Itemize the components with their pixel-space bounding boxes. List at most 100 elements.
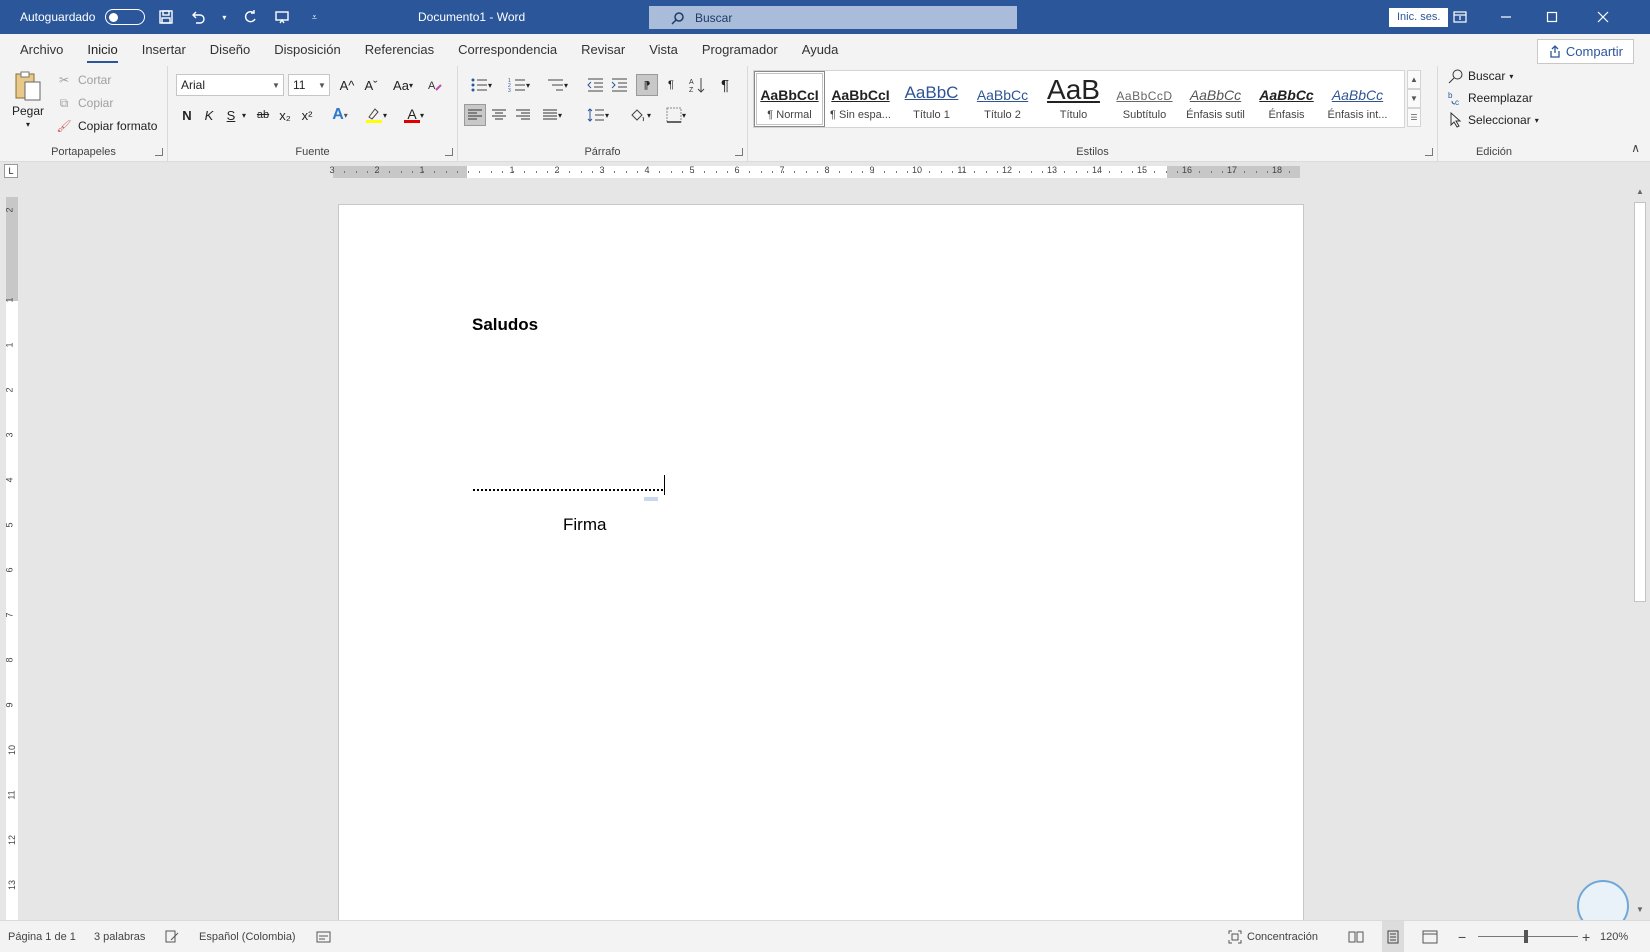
clipboard-launcher-icon[interactable] [155,148,163,156]
shading-button[interactable]: ▾ [624,104,656,126]
style-heading-2[interactable]: AaBbCc Título 2 [967,71,1038,127]
change-case-button[interactable]: Aa ▾ [388,74,418,96]
accessibility-icon[interactable] [316,921,331,952]
subscript-button[interactable]: x₂ [274,104,296,126]
search-input[interactable]: Buscar [649,6,1017,29]
font-name-combo[interactable]: Arial ▼ [176,74,284,96]
cut-button[interactable]: ✂ Cortar [54,70,111,90]
tab-correspondencia[interactable]: Correspondencia [446,34,569,66]
zoom-slider-thumb[interactable] [1524,930,1528,943]
shrink-font-button[interactable]: Aˇ [360,74,382,96]
align-center-button[interactable] [488,104,510,126]
sort-button[interactable]: AZ [686,74,708,96]
tab-ayuda[interactable]: Ayuda [790,34,851,66]
paragraph-launcher-icon[interactable] [735,148,743,156]
copy-button[interactable]: ⧉ Copiar [54,93,114,113]
zoom-slider-track[interactable] [1478,936,1578,937]
autosave-toggle[interactable] [105,9,146,25]
vertical-scrollbar[interactable]: ▲ ▼ [1630,182,1650,920]
zoom-in-button[interactable]: + [1582,921,1590,952]
horizontal-ruler[interactable]: 3 2 1 1 2 3 4 5 6 7 8 9 10 11 12 13 14 15 16 17 18 [329,165,1300,178]
format-painter-button[interactable]: 🖌 Copiar formato [54,116,157,136]
tab-revisar[interactable]: Revisar [569,34,637,66]
decrease-indent-button[interactable] [584,74,606,96]
close-icon[interactable] [1580,0,1626,34]
justify-button[interactable]: ▾ [536,104,568,126]
undo-dropdown-icon[interactable]: ▾ [219,6,229,28]
rtl-direction-button[interactable]: ¶ [660,74,682,96]
maximize-icon[interactable] [1529,0,1575,34]
find-button[interactable]: Buscar ▾ [1448,68,1513,84]
read-mode-icon[interactable] [1348,921,1364,952]
minimize-icon[interactable] [1483,0,1529,34]
proofing-icon[interactable] [165,921,180,952]
bold-button[interactable]: N [176,104,198,126]
print-layout-icon[interactable] [1382,921,1404,952]
numbering-button[interactable]: 1 2 3 ▾ [502,74,536,96]
highlight-button[interactable]: ▾ [360,104,392,126]
word-count[interactable]: 3 palabras [94,921,145,952]
scroll-down-icon[interactable]: ▼ [1634,904,1646,916]
focus-mode-button[interactable]: Concentración [1228,921,1318,952]
multilevel-list-button[interactable]: ▾ [540,74,574,96]
paste-button[interactable]: Pegar ▾ [12,70,44,129]
share-button[interactable]: Compartir [1536,39,1634,64]
vertical-ruler[interactable]: 2 1 1 2 3 4 5 6 7 8 9 10 11 12 13 [5,197,18,920]
language-status[interactable]: Español (Colombia) [199,921,296,952]
strikethrough-button[interactable]: ab [252,104,274,126]
ribbon-display-options-icon[interactable] [1437,0,1483,34]
style-no-spacing[interactable]: AaBbCcI ¶ Sin espa... [825,71,896,127]
grow-font-button[interactable]: A^ [336,74,358,96]
web-layout-icon[interactable] [1422,921,1438,952]
font-launcher-icon[interactable] [445,148,453,156]
undo-icon[interactable] [187,6,209,28]
font-color-button[interactable]: A ▾ [398,104,430,126]
italic-button[interactable]: K [198,104,220,126]
scroll-up-icon[interactable]: ▲ [1634,186,1646,198]
collapse-ribbon-icon[interactable]: ∧ [1631,141,1640,155]
document-page[interactable]: Saludos Firma [338,204,1304,920]
gallery-scroll-up-icon[interactable]: ▲ [1407,70,1421,89]
gallery-scroll-down-icon[interactable]: ▼ [1407,89,1421,108]
tab-diseno[interactable]: Diseño [198,34,262,66]
tab-vista[interactable]: Vista [637,34,690,66]
ltr-direction-button[interactable]: ⁋ [636,74,658,96]
borders-button[interactable]: ▾ [660,104,692,126]
style-emphasis[interactable]: AaBbCc Énfasis [1251,71,1322,127]
redo-icon[interactable] [239,6,261,28]
show-formatting-button[interactable]: ¶ [714,74,736,96]
present-icon[interactable] [271,6,293,28]
superscript-button[interactable]: x² [296,104,318,126]
text-effects-button[interactable]: A ▾ [324,104,356,126]
style-intense-emphasis[interactable]: AaBbCc Énfasis int... [1322,71,1393,127]
bullets-button[interactable]: ▾ [464,74,498,96]
tab-disposicion[interactable]: Disposición [262,34,352,66]
style-heading-1[interactable]: AaBbC Título 1 [896,71,967,127]
tab-referencias[interactable]: Referencias [353,34,446,66]
scrollbar-thumb[interactable] [1634,202,1646,602]
style-subtitle[interactable]: AaBbCcD Subtítulo [1109,71,1180,127]
increase-indent-button[interactable] [608,74,630,96]
customize-quick-access-icon[interactable]: ⩡ [303,6,325,28]
align-left-button[interactable] [464,104,486,126]
save-icon[interactable] [155,6,177,28]
tab-inicio[interactable]: Inicio [75,34,129,66]
select-button[interactable]: Seleccionar ▾ [1448,112,1539,128]
align-right-button[interactable] [512,104,534,126]
tab-programador[interactable]: Programador [690,34,790,66]
paste-options-icon[interactable] [644,497,658,501]
style-subtle-emphasis[interactable]: AaBbCc Énfasis sutil [1180,71,1251,127]
style-title[interactable]: AaB Título [1038,71,1109,127]
line-spacing-button[interactable]: ▾ [582,104,614,126]
styles-launcher-icon[interactable] [1425,148,1433,156]
zoom-level[interactable]: 120% [1600,921,1628,952]
style-normal[interactable]: AaBbCcI ¶ Normal [754,71,825,127]
gallery-more-icon[interactable]: ☰ [1407,108,1421,127]
tab-selector-icon[interactable]: L [4,164,18,178]
replace-button[interactable]: bc Reemplazar [1448,90,1533,106]
tab-insertar[interactable]: Insertar [130,34,198,66]
clear-formatting-button[interactable]: A [424,74,446,96]
tab-archivo[interactable]: Archivo [8,34,75,66]
font-size-combo[interactable]: 11 ▼ [288,74,330,96]
page-count[interactable]: Página 1 de 1 [8,921,76,952]
